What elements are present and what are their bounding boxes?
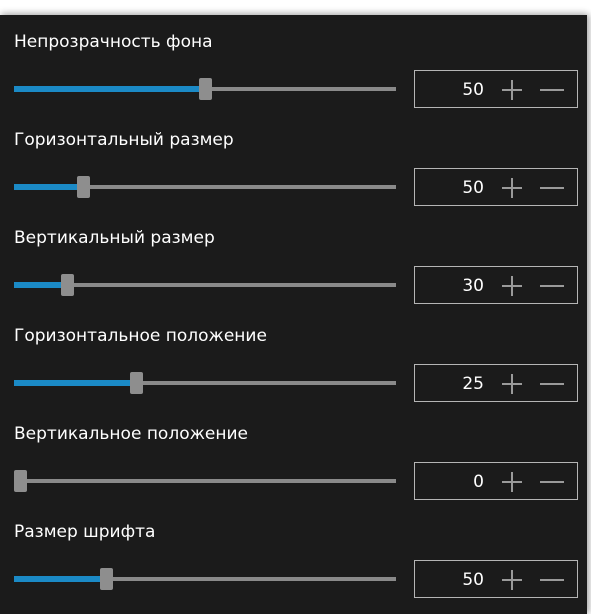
- slider-fill: [14, 380, 136, 386]
- font-size-slider[interactable]: [14, 567, 396, 591]
- value-display: 0: [473, 472, 484, 492]
- slider-thumb[interactable]: [100, 568, 113, 590]
- plus-icon[interactable]: [500, 78, 524, 102]
- minus-icon[interactable]: [539, 78, 565, 102]
- minus-icon[interactable]: [539, 372, 565, 396]
- font-size-stepper: 50: [414, 560, 578, 598]
- minus-icon[interactable]: [539, 470, 565, 494]
- caption-settings-panel: Непрозрачность фона 50 Горизонтальный ра…: [0, 15, 587, 614]
- minus-icon[interactable]: [539, 176, 565, 200]
- horizontal-position-slider[interactable]: [14, 371, 396, 395]
- plus-icon[interactable]: [500, 372, 524, 396]
- setting-font-size: Размер шрифта 50: [0, 505, 587, 603]
- background-opacity-slider[interactable]: [14, 77, 396, 101]
- setting-horizontal-size: Горизонтальный размер 50: [0, 113, 587, 211]
- setting-label: Вертикальное положение: [14, 424, 248, 444]
- setting-background-opacity: Непрозрачность фона 50: [0, 15, 587, 113]
- horizontal-size-slider[interactable]: [14, 175, 396, 199]
- setting-vertical-size: Вертикальный размер 30: [0, 211, 587, 309]
- minus-icon[interactable]: [539, 274, 565, 298]
- slider-fill: [14, 576, 106, 582]
- value-display: 25: [462, 374, 484, 394]
- setting-label: Горизонтальное положение: [14, 326, 267, 346]
- minus-icon[interactable]: [539, 568, 565, 592]
- slider-fill: [14, 184, 83, 190]
- slider-thumb[interactable]: [77, 176, 90, 198]
- plus-icon[interactable]: [500, 176, 524, 200]
- setting-horizontal-position: Горизонтальное положение 25: [0, 309, 587, 407]
- vertical-position-slider[interactable]: [14, 469, 396, 493]
- setting-label: Непрозрачность фона: [14, 32, 213, 52]
- setting-label: Размер шрифта: [14, 522, 156, 542]
- value-display: 50: [462, 80, 484, 100]
- setting-vertical-position: Вертикальное положение 0: [0, 407, 587, 505]
- slider-fill: [14, 86, 205, 92]
- slider-thumb[interactable]: [130, 372, 143, 394]
- vertical-size-slider[interactable]: [14, 273, 396, 297]
- setting-label: Горизонтальный размер: [14, 130, 234, 150]
- vertical-size-stepper: 30: [414, 266, 578, 304]
- horizontal-size-stepper: 50: [414, 168, 578, 206]
- slider-fill: [14, 282, 67, 288]
- vertical-position-stepper: 0: [414, 462, 578, 500]
- slider-thumb[interactable]: [14, 470, 27, 492]
- slider-thumb[interactable]: [199, 78, 212, 100]
- plus-icon[interactable]: [500, 568, 524, 592]
- horizontal-position-stepper: 25: [414, 364, 578, 402]
- value-display: 50: [462, 178, 484, 198]
- value-display: 50: [462, 570, 484, 590]
- plus-icon[interactable]: [500, 470, 524, 494]
- background-opacity-stepper: 50: [414, 70, 578, 108]
- value-display: 30: [462, 276, 484, 296]
- plus-icon[interactable]: [500, 274, 524, 298]
- slider-thumb[interactable]: [61, 274, 74, 296]
- setting-label: Вертикальный размер: [14, 228, 215, 248]
- slider-track: [14, 479, 396, 483]
